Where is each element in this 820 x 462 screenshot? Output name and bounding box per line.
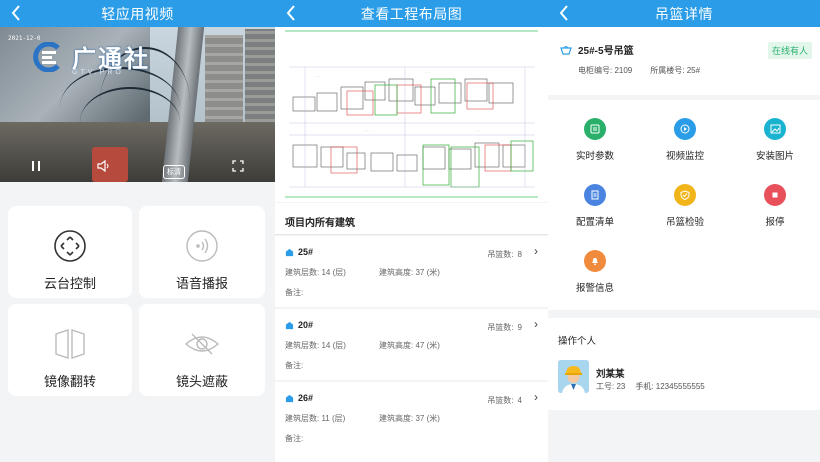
svg-text:· · ·: · · · bbox=[365, 128, 370, 132]
avatar bbox=[558, 360, 589, 393]
chevron-right-icon: › bbox=[534, 317, 538, 331]
section-header: 项目内所有建筑 bbox=[275, 203, 548, 235]
basket-inspection-button[interactable]: 吊篮检验 bbox=[640, 184, 730, 228]
realtime-params-button[interactable]: 实时参数 bbox=[550, 118, 640, 162]
building-item[interactable]: 20# 吊篮数: 9 › 建筑层数: 14 (层) 建筑高度: 47 (米) 备注: bbox=[275, 309, 548, 380]
config-list-button[interactable]: 配置清单 bbox=[550, 184, 640, 228]
video-monitor-button[interactable]: 视频监控 bbox=[640, 118, 730, 162]
svg-text:· · ·: · · · bbox=[425, 70, 430, 74]
function-grid: 实时参数 视频监控 安装图片 配置清单 吊篮检验 报停 报警信息 bbox=[548, 100, 820, 310]
mirror-flip-card[interactable]: 镜像翻转 bbox=[8, 304, 132, 396]
shield-check-icon bbox=[674, 184, 696, 206]
parameters-icon bbox=[584, 118, 606, 140]
alarm-info-button[interactable]: 报警信息 bbox=[550, 250, 640, 294]
page-title: 查看工程布局图 bbox=[360, 5, 463, 22]
ptz-control-card[interactable]: 云台控制 bbox=[8, 206, 132, 298]
back-icon[interactable] bbox=[10, 4, 26, 22]
page-title: 吊篮详情 bbox=[655, 5, 713, 22]
basket-icon bbox=[560, 45, 572, 55]
fullscreen-icon[interactable] bbox=[230, 158, 246, 174]
install-photos-button[interactable]: 安装图片 bbox=[730, 118, 820, 162]
nav-bar: 轻应用视频 bbox=[0, 0, 275, 27]
basket-name: 25#-5号吊篮 bbox=[578, 46, 634, 57]
chevron-right-icon: › bbox=[534, 390, 538, 404]
voice-broadcast-card[interactable]: 语音播报 bbox=[139, 206, 265, 298]
quality-button[interactable]: 标清 bbox=[163, 165, 185, 179]
ptz-icon bbox=[54, 230, 86, 262]
pause-icon[interactable] bbox=[28, 158, 44, 174]
status-badge: 在线有人 bbox=[767, 42, 812, 59]
stop-icon bbox=[764, 184, 786, 206]
video-icon bbox=[674, 118, 696, 140]
lens-mask-card[interactable]: 镜头遮蔽 bbox=[139, 304, 265, 396]
back-icon[interactable] bbox=[558, 4, 574, 22]
building-item[interactable]: 25# 吊篮数: 8 › 建筑层数: 14 (层) 建筑高度: 37 (米) 备注: bbox=[275, 236, 548, 307]
building-item[interactable]: 26# 吊篮数: 4 › 建筑层数: 11 (层) 建筑高度: 37 (米) 备注: bbox=[275, 382, 548, 462]
screens: 轻应用视频 2021-12-0 广通社 GTV.PRO 标清 云台控制 语音播报… bbox=[0, 0, 820, 462]
basket-header-card: 25#-5号吊篮 在线有人 电柜编号: 2109 所属楼号: 25# bbox=[548, 27, 820, 95]
svg-text:· · ·: · · · bbox=[315, 74, 320, 78]
layout-screen: 查看工程布局图 · · · · · · · · · · · · 项目内所有建筑 … bbox=[275, 0, 548, 462]
basket-detail-screen: 吊篮详情 25#-5号吊篮 在线有人 电柜编号: 2109 所属楼号: 25# … bbox=[548, 0, 820, 462]
image-icon bbox=[764, 118, 786, 140]
site-layout-drawing[interactable]: · · · · · · · · · · · · bbox=[275, 27, 548, 202]
chevron-right-icon: › bbox=[534, 244, 538, 258]
volume-icon[interactable] bbox=[95, 158, 113, 174]
operator-phone: 手机: 12345555555 bbox=[635, 382, 705, 391]
operator-card: 操作个人 刘某某 工号: 23 手机: 12345555555 bbox=[548, 318, 820, 410]
operator-name: 刘某某 bbox=[596, 369, 625, 380]
list-icon bbox=[584, 184, 606, 206]
building-icon bbox=[285, 394, 294, 402]
back-icon[interactable] bbox=[285, 4, 301, 22]
cabinet-number: 电柜编号: 2109 bbox=[578, 66, 633, 75]
operator-id: 工号: 23 bbox=[596, 382, 626, 391]
report-stop-button[interactable]: 报停 bbox=[730, 184, 820, 228]
mirror-icon bbox=[55, 329, 85, 359]
eye-off-icon bbox=[184, 333, 220, 355]
nav-bar: 查看工程布局图 bbox=[275, 0, 548, 27]
building-icon bbox=[285, 248, 294, 256]
svg-text:· · ·: · · · bbox=[475, 128, 480, 132]
bell-icon bbox=[584, 250, 606, 272]
building-number: 所属楼号: 25# bbox=[650, 66, 701, 75]
video-screen: 轻应用视频 2021-12-0 广通社 GTV.PRO 标清 云台控制 语音播报… bbox=[0, 0, 275, 462]
video-player[interactable]: 2021-12-0 广通社 GTV.PRO 标清 bbox=[0, 27, 275, 182]
nav-bar: 吊篮详情 bbox=[548, 0, 820, 27]
section-title: 操作个人 bbox=[558, 336, 597, 347]
watermark-logo: 广通社 GTV.PRO bbox=[30, 39, 150, 76]
building-icon bbox=[285, 321, 294, 329]
broadcast-icon bbox=[186, 230, 218, 262]
page-title: 轻应用视频 bbox=[101, 5, 174, 22]
